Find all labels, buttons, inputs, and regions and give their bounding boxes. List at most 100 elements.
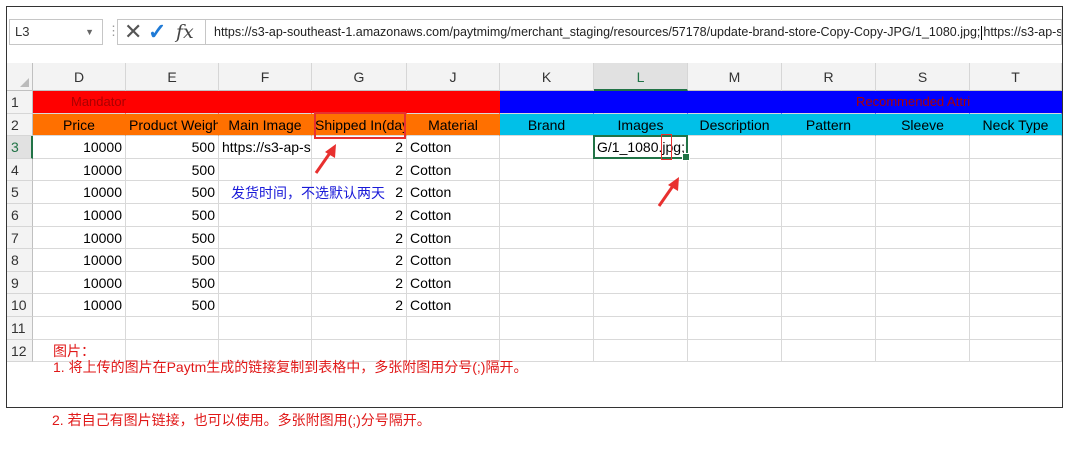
cell-weight[interactable]: 500 [126,294,219,317]
cell-empty[interactable] [688,339,782,363]
cell-empty[interactable] [876,249,970,272]
cell-main-image[interactable] [219,271,312,295]
cell-empty[interactable] [782,339,876,363]
row-header-3[interactable]: 3 [7,136,33,159]
cell-empty[interactable] [688,249,782,272]
cell-material[interactable]: Cotton [407,271,500,295]
attribute-header[interactable]: Images [594,113,688,137]
cell-weight[interactable]: 500 [126,158,219,182]
cell-main-image[interactable] [219,294,312,317]
cell-empty[interactable] [688,136,782,159]
row-header-4[interactable]: 4 [7,158,33,182]
cell-main-image[interactable] [219,249,312,272]
cell-empty[interactable] [876,226,970,250]
cell-price[interactable]: 10000 [33,249,126,272]
cell-empty[interactable] [970,317,1062,340]
cell-brand[interactable] [500,204,594,227]
cell-material[interactable]: Cotton [407,294,500,317]
active-cell-l3[interactable] [593,135,690,161]
cell-empty[interactable] [876,271,970,295]
row-header-7[interactable]: 7 [7,226,33,250]
name-box[interactable]: L3 ▼ [9,19,103,45]
cell-main-image[interactable] [219,226,312,250]
cell-weight[interactable]: 500 [126,226,219,250]
row-header-11[interactable]: 11 [7,317,33,340]
column-header-T[interactable]: T [970,63,1062,91]
header-band-cell[interactable] [312,91,407,114]
cell-empty[interactable] [970,294,1062,317]
row-header-10[interactable]: 10 [7,294,33,317]
cell-empty[interactable] [688,226,782,250]
cell-empty[interactable] [782,271,876,295]
row-header-1[interactable]: 1 [7,91,33,114]
cell-brand[interactable] [500,158,594,182]
cell-material[interactable]: Cotton [407,249,500,272]
attribute-header[interactable]: Material [407,113,500,137]
cell-empty[interactable] [876,204,970,227]
cell-main-image[interactable]: https://s3-ap-sout [219,136,312,159]
cancel-icon[interactable]: ✕ [124,19,142,45]
cell-empty[interactable] [312,317,407,340]
cell-empty[interactable] [688,317,782,340]
cell-weight[interactable]: 500 [126,271,219,295]
cell-empty[interactable] [970,181,1062,204]
cell-brand[interactable] [500,249,594,272]
column-header-D[interactable]: D [33,63,126,91]
header-band-cell[interactable] [688,91,782,114]
cell-empty[interactable] [782,317,876,340]
cell-shipped[interactable]: 2 [312,294,407,317]
cell-weight[interactable]: 500 [126,204,219,227]
header-band-cell[interactable] [407,91,500,114]
header-band-cell[interactable]: Mandatory Attributes [33,91,190,114]
attribute-header[interactable]: Neck Type [970,113,1062,137]
cell-empty[interactable] [782,158,876,182]
cell-empty[interactable] [970,136,1062,159]
column-header-E[interactable]: E [126,63,219,91]
cell-price[interactable]: 10000 [33,181,126,204]
cell-weight[interactable]: 500 [126,181,219,204]
header-band-cell[interactable] [594,91,688,114]
cell-price[interactable]: 10000 [33,204,126,227]
cell-brand[interactable] [500,226,594,250]
cell-weight[interactable]: 500 [126,136,219,159]
column-header-G[interactable]: G [312,63,407,91]
cell-material[interactable]: Cotton [407,181,500,204]
cell-empty[interactable] [970,249,1062,272]
column-header-R[interactable]: R [782,63,876,91]
cell-main-image[interactable] [219,158,312,182]
cell-empty[interactable] [970,271,1062,295]
cell-images[interactable] [594,226,688,250]
cell-empty[interactable] [407,317,500,340]
cell-empty[interactable] [782,226,876,250]
cell-empty[interactable] [782,136,876,159]
cell-brand[interactable] [500,294,594,317]
cell-brand[interactable] [500,181,594,204]
row-header-12[interactable]: 12 [7,339,33,363]
dropdown-icon[interactable]: ▼ [85,20,94,44]
attribute-header[interactable]: Description [688,113,782,137]
column-header-J[interactable]: J [407,63,500,91]
column-header-M[interactable]: M [688,63,782,91]
cell-empty[interactable] [688,271,782,295]
cell-empty[interactable] [876,158,970,182]
cell-images[interactable] [594,271,688,295]
cell-empty[interactable] [594,317,688,340]
cell-empty[interactable] [876,181,970,204]
cell-price[interactable]: 10000 [33,226,126,250]
fill-handle[interactable] [682,152,690,161]
header-band-cell[interactable] [126,91,219,114]
cell-empty[interactable] [782,204,876,227]
cell-empty[interactable] [688,204,782,227]
cell-material[interactable]: Cotton [407,204,500,227]
cell-shipped[interactable]: 2 [312,249,407,272]
cell-main-image[interactable] [219,204,312,227]
attribute-header[interactable]: Sleeve [876,113,970,137]
header-band-cell[interactable] [219,91,312,114]
cell-empty[interactable] [876,294,970,317]
column-header-F[interactable]: F [219,63,312,91]
formula-input[interactable]: https://s3-ap-southeast-1.amazonaws.com/… [205,19,1062,45]
cell-empty[interactable] [970,226,1062,250]
cell-price[interactable]: 10000 [33,271,126,295]
cell-empty[interactable] [688,158,782,182]
row-header-5[interactable]: 5 [7,181,33,204]
